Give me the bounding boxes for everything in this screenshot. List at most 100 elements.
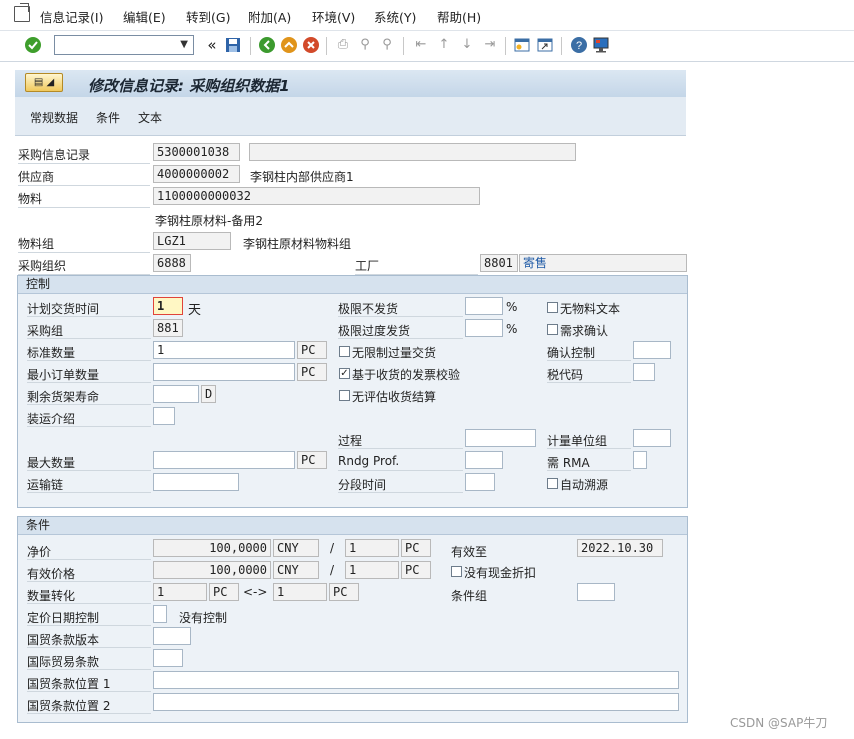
control-group-title: 控制 [18,276,687,294]
max-qty-unit-field[interactable]: PC [297,451,327,469]
material-field[interactable]: 1100000000032 [153,187,480,205]
condition-group-field[interactable] [577,583,615,601]
label-underline [27,647,151,648]
effective-price-currency-field[interactable]: CNY [273,561,319,579]
rounding-profile-field[interactable] [465,451,503,469]
vendor-label: 供应商 [18,170,55,184]
page-title: 修改信息记录: 采购组织数据1 [88,77,290,95]
min-order-qty-unit-field[interactable]: PC [297,363,327,381]
ack-required-checkbox[interactable] [547,324,558,335]
valid-to-label: 有效至 [451,545,488,559]
no-ers-checkbox[interactable] [339,390,350,401]
unlimited-overdelivery-checkbox[interactable] [339,346,350,357]
exit-icon[interactable] [280,36,298,54]
menu-goto[interactable]: 转到(G) [186,7,230,26]
menu-system[interactable]: 系统(Y) [374,7,416,26]
shipping-instructions-field[interactable] [153,407,175,425]
document-toggle-button[interactable]: ▤ ◢ [25,73,63,92]
overdelivery-tolerance-field[interactable] [465,319,503,337]
command-field[interactable]: ▼ [54,35,194,55]
conversion-unit-1-field[interactable]: PC [209,583,239,601]
menu-help[interactable]: 帮助(H) [437,7,481,26]
net-price-field[interactable]: 100,0000 [153,539,271,557]
plant-field[interactable]: 8801 [480,254,518,272]
double-chevron-left-icon[interactable]: « [203,36,221,54]
incoterms-label: 国际贸易条款 [27,655,100,669]
max-qty-field[interactable] [153,451,295,469]
price-unit-field[interactable]: 1 [345,539,399,557]
print-icon[interactable]: ⎙ [334,36,352,54]
min-order-qty-field[interactable] [153,363,295,381]
menu-info-record[interactable]: 信息记录(I) [40,7,103,26]
net-price-currency-field[interactable]: CNY [273,539,319,557]
conversion-unit-2-field[interactable]: PC [329,583,359,601]
incoterms-location-2-label: 国贸条款位置 2 [27,699,111,713]
general-data-button[interactable]: 常规数据 [30,109,78,126]
create-session-icon[interactable] [513,36,531,54]
valid-to-field[interactable]: 2022.10.30 [577,539,663,557]
standard-qty-unit-field[interactable]: PC [297,341,327,359]
menu-edit[interactable]: 编辑(E) [123,7,166,26]
material-group-field[interactable]: LGZ1 [153,232,231,250]
conditions-button[interactable]: 条件 [96,109,120,126]
period-indicator-field[interactable] [465,473,495,491]
menu-extras[interactable]: 附加(A) [248,7,291,26]
incoterms-field[interactable] [153,649,183,667]
back-icon[interactable] [258,36,276,54]
shipping-chain-field[interactable] [153,473,239,491]
info-record-field[interactable]: 5300001038 [153,143,240,161]
label-underline [338,448,463,449]
per-slash: / [330,563,335,577]
label-underline [27,713,151,714]
next-page-icon[interactable]: ↓ [458,36,476,54]
incoterms-version-field[interactable] [153,627,191,645]
enter-check-icon[interactable] [24,36,42,54]
vendor-field[interactable]: 4000000002 [153,165,240,183]
first-page-icon[interactable]: ⇤ [412,36,430,54]
find-icon[interactable]: ⚲ [356,36,374,54]
chevron-down-icon[interactable]: ▼ [180,39,188,50]
confirmation-control-field[interactable] [633,341,671,359]
help-icon[interactable]: ? [570,36,588,54]
remaining-shelf-life-field[interactable] [153,385,199,403]
incoterms-location-1-field[interactable] [153,671,679,689]
purchasing-org-field[interactable]: 6888 [153,254,191,272]
effective-price-field[interactable]: 100,0000 [153,561,271,579]
conversion-qty-2-field[interactable]: 1 [273,583,327,601]
rma-required-field[interactable] [633,451,647,469]
separator [505,37,506,55]
conversion-qty-1-field[interactable]: 1 [153,583,207,601]
system-menu-icon[interactable] [14,6,30,22]
underdelivery-tolerance-field[interactable] [465,297,503,315]
find-next-icon[interactable]: ⚲ [378,36,396,54]
pricing-date-control-field[interactable] [153,605,167,623]
last-page-icon[interactable]: ⇥ [481,36,499,54]
incoterms-location-2-field[interactable] [153,693,679,711]
cancel-icon[interactable] [302,36,320,54]
gr-based-iv-checkbox[interactable]: ✓ [339,368,350,379]
texts-button[interactable]: 文本 [138,109,162,126]
shelf-life-unit-field[interactable]: D [201,385,216,403]
menu-environment[interactable]: 环境(V) [312,7,355,26]
auto-sourcing-checkbox[interactable] [547,478,558,489]
conditions-group-title: 条件 [18,517,687,535]
standard-qty-field[interactable]: 1 [153,341,295,359]
purchasing-group-field[interactable]: 881 [153,319,183,337]
effective-order-unit-field[interactable]: PC [401,561,431,579]
shortcut-icon[interactable] [536,36,554,54]
separator [326,37,327,55]
customize-layout-icon[interactable] [592,36,610,54]
label-underline [27,338,151,339]
info-record-desc-field[interactable] [249,143,576,161]
effective-price-unit-field[interactable]: 1 [345,561,399,579]
previous-page-icon[interactable]: ↑ [435,36,453,54]
uom-group-field[interactable] [633,429,671,447]
no-cash-discount-checkbox[interactable] [451,566,462,577]
save-icon[interactable] [224,36,242,54]
tax-code-field[interactable] [633,363,655,381]
no-material-text-checkbox[interactable] [547,302,558,313]
planned-delivery-field[interactable]: 1 [153,297,183,315]
order-price-unit-field[interactable]: PC [401,539,431,557]
procedure-field[interactable] [465,429,536,447]
incoterms-location-1-label: 国贸条款位置 1 [27,677,111,691]
